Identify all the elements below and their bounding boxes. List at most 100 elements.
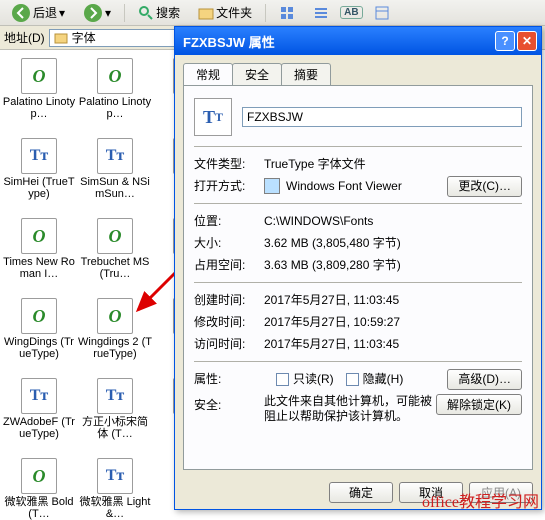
- chevron-down-icon: ▾: [105, 6, 111, 20]
- view-details-icon[interactable]: [367, 3, 397, 23]
- back-icon: [11, 3, 31, 23]
- file-label: 方正小标宋简体 (T…: [78, 416, 152, 440]
- back-button[interactable]: 后退 ▾: [4, 1, 72, 25]
- dialog-titlebar[interactable]: FZXBSJW 属性 ? ✕: [175, 27, 541, 55]
- openwith-app-icon: [264, 178, 280, 194]
- properties-dialog: FZXBSJW 属性 ? ✕ 常规 安全 摘要 TT FZXBSJW 文件类型:…: [174, 26, 542, 510]
- opentype-icon: O: [21, 298, 57, 334]
- explorer-toolbar: 后退 ▾ ▾ 搜索 文件夹 AB: [0, 0, 545, 26]
- ok-button[interactable]: 确定: [329, 482, 393, 503]
- tab-security[interactable]: 安全: [232, 63, 282, 85]
- value-security: 此文件来自其他计算机，可能被阻止以帮助保护该计算机。: [264, 394, 436, 424]
- address-path: 字体: [72, 29, 96, 46]
- file-label: 微软雅黑 Light &…: [78, 496, 152, 520]
- value-created: 2017年5月27日, 11:03:45: [264, 289, 522, 311]
- value-accessed: 2017年5月27日, 11:03:45: [264, 333, 522, 355]
- address-label: 地址(D): [4, 29, 45, 46]
- label-filetype: 文件类型:: [194, 153, 264, 175]
- separator: [265, 4, 266, 22]
- opentype-icon: O: [97, 218, 133, 254]
- value-location: C:\WINDOWS\Fonts: [264, 210, 522, 232]
- tab-summary[interactable]: 摘要: [281, 63, 331, 85]
- folders-label: 文件夹: [216, 4, 252, 21]
- view-ab-icon[interactable]: AB: [340, 6, 362, 19]
- font-file-icon[interactable]: OPalatino Linotyp…: [78, 58, 152, 120]
- file-name-input[interactable]: FZXBSJW: [242, 107, 522, 127]
- separator: [124, 4, 125, 22]
- divider: [194, 361, 522, 362]
- value-filetype: TrueType 字体文件: [264, 153, 522, 175]
- dialog-title: FZXBSJW 属性: [179, 32, 493, 51]
- label-security: 安全:: [194, 394, 264, 416]
- close-button[interactable]: ✕: [517, 31, 537, 51]
- watermark: office教程学习网: [422, 488, 539, 512]
- folders-button[interactable]: 文件夹: [191, 2, 259, 23]
- general-panel: TT FZXBSJW 文件类型: TrueType 字体文件 打开方式: Win…: [183, 85, 533, 470]
- truetype-icon: Tᴛ: [97, 378, 133, 414]
- checkbox-icon: [346, 373, 359, 386]
- value-sizeondisk: 3.63 MB (3,809,280 字节): [264, 254, 522, 276]
- font-file-icon[interactable]: TᴛZWAdobeF (TrueType): [2, 378, 76, 440]
- file-label: SimHei (TrueType): [2, 176, 76, 200]
- label-accessed: 访问时间:: [194, 333, 264, 355]
- file-label: Palatino Linotyp…: [78, 96, 152, 120]
- value-openwith: Windows Font Viewer: [286, 175, 441, 197]
- font-file-icon[interactable]: Tᴛ方正小标宋简体 (T…: [78, 378, 152, 440]
- font-file-icon[interactable]: OWingdings 2 (TrueType): [78, 298, 152, 360]
- opentype-icon: O: [97, 298, 133, 334]
- file-label: 微软雅黑 Bold (T…: [2, 496, 76, 520]
- hidden-checkbox[interactable]: 隐藏(H): [346, 368, 404, 390]
- forward-icon: [83, 3, 103, 23]
- file-label: Times New Roman I…: [2, 256, 76, 280]
- details-icon: [374, 5, 390, 21]
- divider: [194, 203, 522, 204]
- tab-general[interactable]: 常规: [183, 63, 233, 85]
- tab-strip: 常规 安全 摘要: [183, 63, 533, 85]
- list-icon: [313, 5, 329, 21]
- search-label: 搜索: [156, 4, 180, 21]
- font-file-icon[interactable]: OTrebuchet MS (Tru…: [78, 218, 152, 280]
- folder-icon: [54, 31, 68, 45]
- forward-button[interactable]: ▾: [76, 1, 118, 25]
- label-attributes: 属性:: [194, 368, 264, 390]
- help-button[interactable]: ?: [495, 31, 515, 51]
- file-label: Palatino Linotyp…: [2, 96, 76, 120]
- value-size: 3.62 MB (3,805,480 字节): [264, 232, 522, 254]
- opentype-icon: O: [21, 458, 57, 494]
- label-created: 创建时间:: [194, 289, 264, 311]
- checkbox-icon: [276, 373, 289, 386]
- unblock-button[interactable]: 解除锁定(K): [436, 394, 522, 415]
- file-label: WingDings (TrueType): [2, 336, 76, 360]
- opentype-icon: O: [21, 218, 57, 254]
- readonly-checkbox[interactable]: 只读(R): [276, 368, 334, 390]
- truetype-icon: Tᴛ: [97, 458, 133, 494]
- truetype-icon: Tᴛ: [21, 138, 57, 174]
- file-label: Wingdings 2 (TrueType): [78, 336, 152, 360]
- truetype-icon: Tᴛ: [97, 138, 133, 174]
- font-file-icon[interactable]: OTimes New Roman I…: [2, 218, 76, 280]
- divider: [194, 146, 522, 147]
- view-large-icon[interactable]: [272, 3, 302, 23]
- font-file-icon[interactable]: TᴛSimSun & NSimSun…: [78, 138, 152, 200]
- search-icon: [138, 5, 154, 21]
- truetype-icon: Tᴛ: [21, 378, 57, 414]
- search-button[interactable]: 搜索: [131, 2, 187, 23]
- label-sizeondisk: 占用空间:: [194, 254, 264, 276]
- view-list-icon[interactable]: [306, 3, 336, 23]
- advanced-button[interactable]: 高级(D)…: [447, 369, 522, 390]
- large-icons-icon: [279, 5, 295, 21]
- font-file-icon[interactable]: O微软雅黑 Bold (T…: [2, 458, 76, 520]
- divider: [194, 282, 522, 283]
- font-file-icon[interactable]: Tᴛ微软雅黑 Light &…: [78, 458, 152, 520]
- file-label: ZWAdobeF (TrueType): [2, 416, 76, 440]
- change-button[interactable]: 更改(C)…: [447, 176, 522, 197]
- label-size: 大小:: [194, 232, 264, 254]
- label-modified: 修改时间:: [194, 311, 264, 333]
- font-file-icon[interactable]: TᴛSimHei (TrueType): [2, 138, 76, 200]
- file-type-icon: TT: [194, 98, 232, 136]
- folder-icon: [198, 5, 214, 21]
- opentype-icon: O: [97, 58, 133, 94]
- font-file-icon[interactable]: OPalatino Linotyp…: [2, 58, 76, 120]
- label-location: 位置:: [194, 210, 264, 232]
- font-file-icon[interactable]: OWingDings (TrueType): [2, 298, 76, 360]
